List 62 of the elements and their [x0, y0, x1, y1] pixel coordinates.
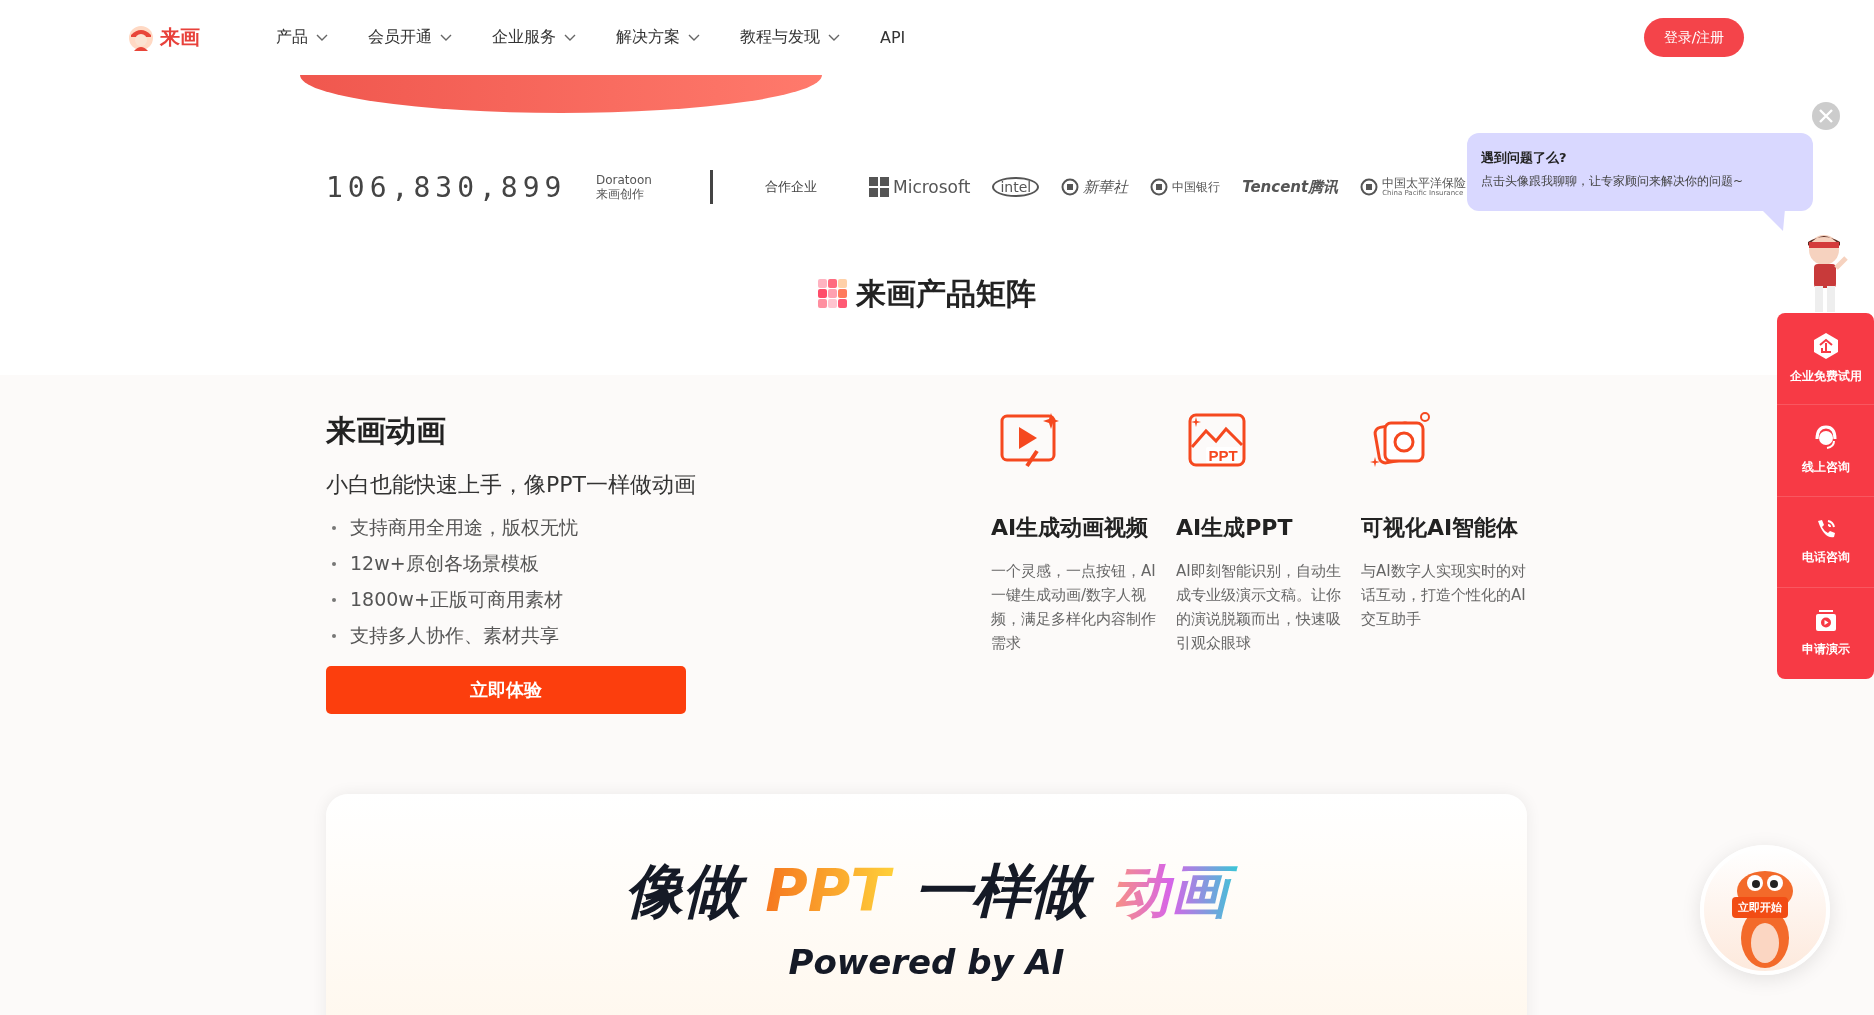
feature-description: 与AI数字人实现实时的对话互动，打造个性化的AI交互助手 — [1361, 561, 1526, 630]
feature-description: 一个灵感，一点按钮，AI一键生成动画/数字人视频，满足多样化内容制作需求 — [991, 561, 1156, 654]
side-menu-item[interactable]: 线上咨询 — [1777, 404, 1874, 497]
emblem-icon — [1061, 178, 1080, 196]
try-now-button[interactable]: 立即体验 — [326, 666, 686, 714]
caret-icon — [564, 33, 576, 42]
partner-logo-text: 中国银行 — [1172, 178, 1221, 196]
partner-logo-text: 中国太平洋保险 — [1382, 177, 1467, 189]
chat-bubble[interactable]: 遇到问题了么? 点击头像跟我聊聊，让专家顾问来解决你的问题~ — [1467, 133, 1813, 211]
nav-link[interactable]: 企业服务 — [492, 27, 576, 48]
grid-logo-icon — [818, 279, 848, 309]
brand-caption: 来画创作 — [596, 187, 645, 202]
feature-bullet: 12w+原创各场景模板 — [350, 551, 539, 576]
caret-icon — [688, 33, 700, 42]
nav-link[interactable]: 教程与发现 — [740, 27, 840, 48]
partner-logo-text: Tencent腾讯 — [1242, 177, 1339, 197]
side-menu-item[interactable]: 企业免费试用 — [1777, 313, 1874, 405]
close-icon — [1819, 109, 1833, 123]
side-menu-item[interactable]: 电话咨询 — [1777, 496, 1874, 589]
caret-icon — [828, 33, 840, 42]
feature-title: 可视化AI智能体 — [1361, 514, 1520, 542]
brand-label: Doratoon — [596, 172, 653, 187]
partners-label: 合作企业 — [765, 178, 818, 196]
side-menu-item[interactable]: 申请演示 — [1777, 588, 1874, 679]
chat-bubble-title: 遇到问题了么? — [1481, 149, 1568, 167]
emblem-icon — [1360, 178, 1379, 196]
feature-title: AI生成PPT — [1176, 514, 1294, 542]
nav-link[interactable]: 产品 — [276, 27, 328, 48]
bullet-dot-icon — [332, 598, 336, 602]
chat-bubble-text: 点击头像跟我聊聊，让专家顾问来解决你的问题~ — [1481, 173, 1745, 190]
user-count: 106,830,899 — [326, 170, 568, 204]
video-icon — [1813, 609, 1838, 634]
mascot-avatar-icon — [128, 24, 154, 51]
headset-icon — [1813, 424, 1838, 451]
partner-logo-text: intel — [992, 177, 1040, 197]
bullet-dot-icon — [332, 526, 336, 530]
bubble-tail-icon — [1761, 209, 1785, 231]
product-subtitle: 小白也能快速上手，像PPT一样做动画 — [326, 471, 697, 499]
emblem-icon — [1150, 178, 1169, 196]
nav-link[interactable]: 解决方案 — [616, 27, 700, 48]
nav-link[interactable]: API — [880, 27, 906, 48]
headline-text: 像做 — [615, 852, 752, 931]
bullet-dot-icon — [332, 562, 336, 566]
caret-icon — [316, 33, 328, 42]
feature-bullet: 支持商用全用途，版权无忧 — [350, 515, 578, 540]
section-title: 来画产品矩阵 — [856, 274, 1036, 313]
enterprise-icon — [1812, 331, 1839, 360]
login-button[interactable]: 登录/注册 — [1644, 18, 1744, 57]
feature-bullet: 1800w+正版可商用素材 — [350, 587, 563, 612]
feature-description: AI即刻智能识别，自动生成专业级演示文稿。让你的演说脱颖而出，快速吸引观众眼球 — [1176, 561, 1341, 654]
nav-link[interactable]: 会员开通 — [368, 27, 452, 48]
feature-title: AI生成动画视频 — [991, 514, 1150, 542]
bullet-dot-icon — [332, 634, 336, 638]
partner-logo-text: 新華社 — [1083, 177, 1129, 197]
brand-name[interactable]: 来画 — [160, 24, 200, 51]
headline-text: 一样做 — [903, 852, 1098, 931]
partner-logo-text: Microsoft — [893, 177, 971, 197]
caret-icon — [440, 33, 452, 42]
tagline: Powered by AI — [788, 942, 1065, 983]
product-title: 来画动画 — [326, 412, 447, 450]
windows-logo-icon — [869, 177, 889, 197]
feature-bullet: 支持多人协作、素材共享 — [350, 623, 559, 648]
